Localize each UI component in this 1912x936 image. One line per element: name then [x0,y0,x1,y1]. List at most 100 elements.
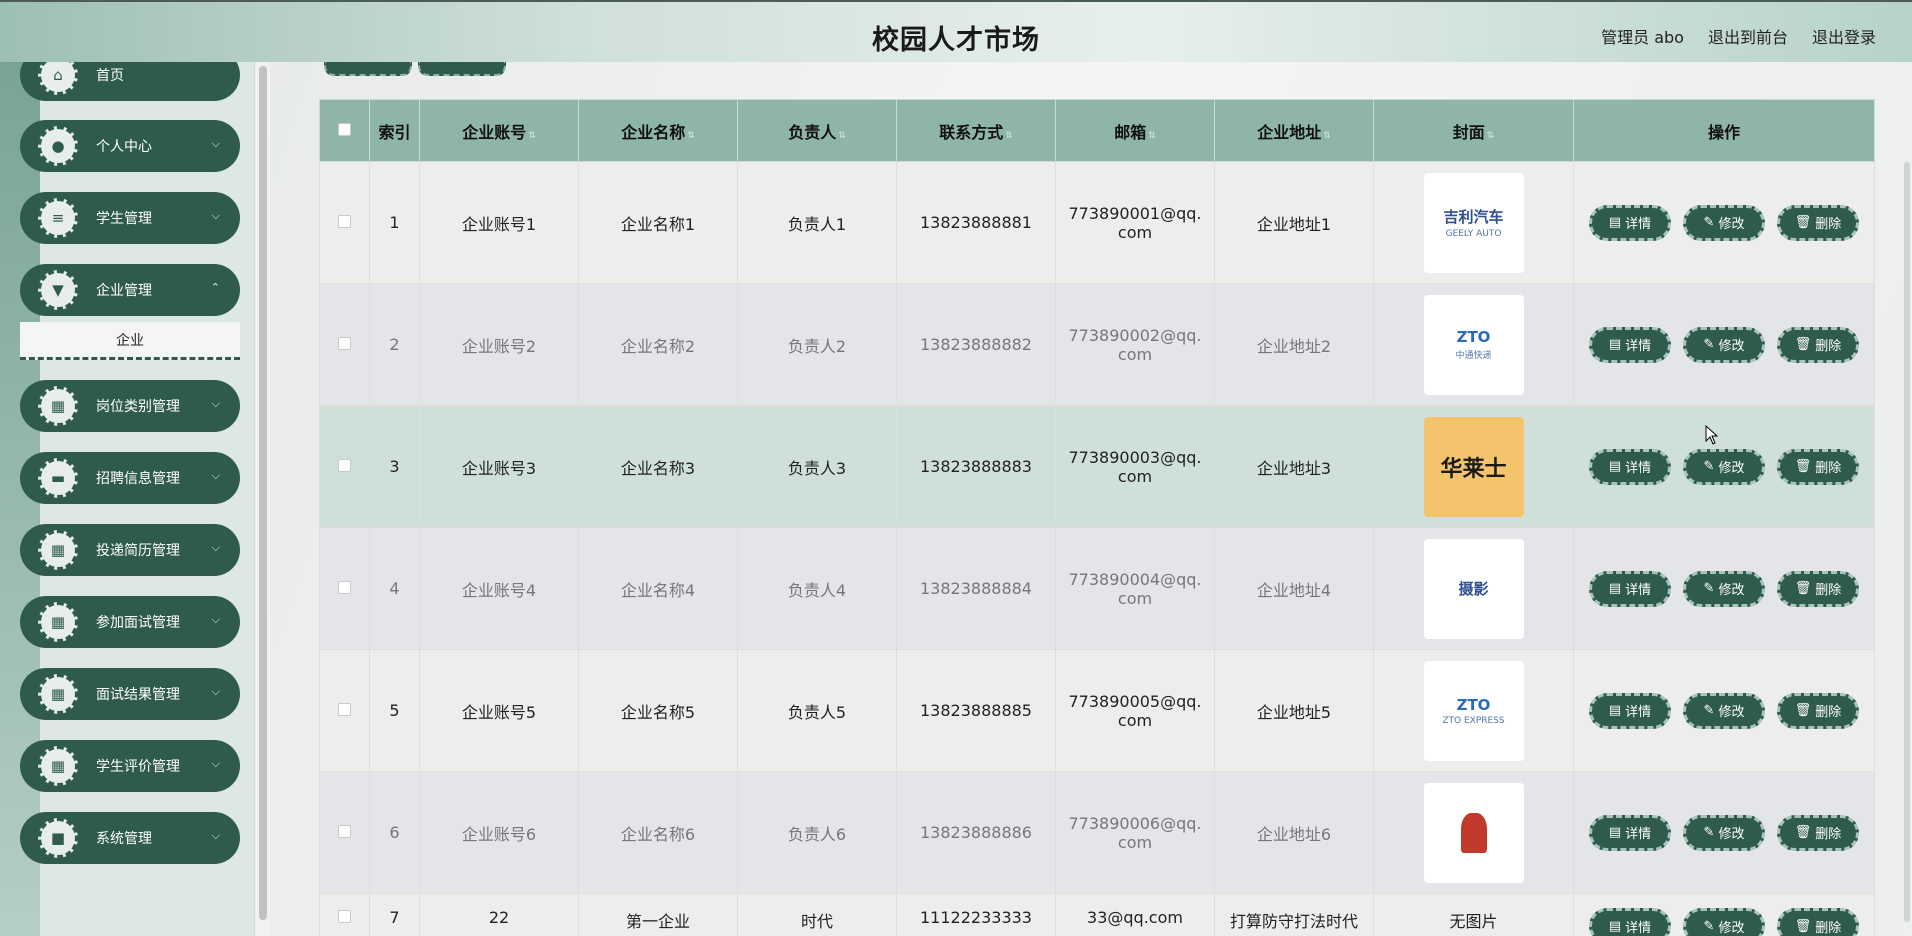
chevron-down-icon: ⌵ [211,469,220,482]
cell-email: 773890003@qq.com [1055,405,1215,528]
detail-button[interactable]: ▤ 详情 [1589,204,1671,241]
row-checkbox[interactable] [338,215,351,228]
cell-cover [1373,771,1574,894]
select-all-checkbox[interactable] [338,123,351,136]
header-manager[interactable]: 负责人 ⇅ [737,99,897,162]
no-image-text: 无图片 [1449,912,1498,931]
delete-button[interactable]: 🗑 删除 [1777,814,1859,851]
app-root: 校园人才市场 管理员 abo 退出到前台 退出登录 ⌂ 首页 ● 个人中心 ⌵ … [0,0,1912,936]
cell-index: 4 [369,527,420,650]
sidebar-item-resumes[interactable]: ▦ 投递简历管理 ⌵ [20,524,240,576]
detail-button[interactable]: ▤ 详情 [1589,908,1671,936]
sidebar-scrollbar[interactable] [254,62,270,936]
header-label: 联系方式 [939,122,1004,142]
detail-button[interactable]: ▤ 详情 [1589,692,1671,729]
sort-icon: ⇅ [1148,130,1156,141]
sidebar-item-job-categories[interactable]: ▦ 岗位类别管理 ⌵ [20,380,240,432]
row-checkbox[interactable] [338,910,351,923]
select-all-cell [319,99,370,162]
sidebar-item-system[interactable]: ■ 系统管理 ⌵ [20,812,240,864]
header-email[interactable]: 邮箱 ⇅ [1055,99,1215,162]
row-checkbox[interactable] [338,703,351,716]
button-label: 详情 [1625,217,1652,232]
cell-manager: 负责人6 [737,771,897,894]
list-icon: ≡ [38,198,78,238]
row-checkbox[interactable] [338,337,351,350]
delete-button[interactable]: 🗑 删除 [1777,692,1859,729]
cover-logo-text: ZTO [1456,695,1491,714]
edit-button[interactable]: ✎ 修改 [1683,326,1765,363]
cell-phone: 11122233333 [896,893,1056,936]
edit-button[interactable]: ✎ 修改 [1683,814,1765,851]
delete-button[interactable]: 🗑 删除 [1777,570,1859,607]
cell-name: 企业名称4 [578,527,738,650]
cell-account: 企业账号1 [419,161,579,284]
header-name[interactable]: 企业名称 ⇅ [578,99,738,162]
header-nav: 管理员 abo 退出到前台 退出登录 [1601,24,1876,48]
cover-logo-subtext: GEELY AUTO [1445,229,1502,239]
pin-icon: ▼ [38,270,78,310]
delete-button[interactable]: 🗑 删除 [1777,204,1859,241]
button-label: 修改 [1718,920,1745,936]
header-account[interactable]: 企业账号 ⇅ [419,99,579,162]
detail-button[interactable]: ▤ 详情 [1589,570,1671,607]
sort-icon: ⇅ [687,130,695,141]
sidebar-item-profile[interactable]: ● 个人中心 ⌵ [20,120,240,172]
sidebar-item-home[interactable]: ⌂ 首页 [20,62,240,101]
edit-button[interactable]: ✎ 修改 [1683,908,1765,936]
cell-email: 33@qq.com [1055,893,1215,936]
toolbar-button-partial[interactable] [418,60,506,76]
cell-name: 第一企业 [578,893,738,936]
row-checkbox[interactable] [338,581,351,594]
header-phone[interactable]: 联系方式 ⇅ [896,99,1056,162]
detail-button[interactable]: ▤ 详情 [1589,448,1671,485]
cell-ops: ▤ 详情 ✎ 修改 🗑 删除 [1573,283,1875,406]
detail-button[interactable]: ▤ 详情 [1589,814,1671,851]
cell-address: 企业地址6 [1214,771,1374,894]
sidebar-item-interview-results[interactable]: ▦ 面试结果管理 ⌵ [20,668,240,720]
cell-name: 企业名称6 [578,771,738,894]
sidebar-item-students[interactable]: ≡ 学生管理 ⌵ [20,192,240,244]
edit-button[interactable]: ✎ 修改 [1683,692,1765,729]
delete-button[interactable]: 🗑 删除 [1777,908,1859,936]
row-checkbox[interactable] [338,825,351,838]
cell-ops: ▤ 详情 ✎ 修改 🗑 删除 [1573,771,1875,894]
cover-logo-subtext: 中通快递 [1455,351,1492,361]
sidebar-item-companies[interactable]: ▼ 企业管理 ⌃ [20,264,240,316]
exit-to-front-link[interactable]: 退出到前台 [1708,24,1788,48]
edit-button[interactable]: ✎ 修改 [1683,204,1765,241]
button-label: 删除 [1815,920,1842,936]
mouse-cursor-icon [1705,425,1719,445]
row-checkbox-cell [319,527,370,650]
cover-logo-mark [1460,812,1487,853]
document-icon: ▤ [1608,581,1622,596]
trash-icon: 🗑 [1794,703,1812,718]
sidebar-item-evaluations[interactable]: ▦ 学生评价管理 ⌵ [20,740,240,792]
header-cover[interactable]: 封面 ⇅ [1373,99,1574,162]
logout-link[interactable]: 退出登录 [1812,24,1876,48]
header-label: 企业账号 [462,122,527,142]
edit-button[interactable]: ✎ 修改 [1683,570,1765,607]
cell-address: 企业地址5 [1214,649,1374,772]
sidebar-item-recruitment[interactable]: ▬ 招聘信息管理 ⌵ [20,452,240,504]
row-checkbox-cell [319,893,370,936]
trash-icon: 🗑 [1794,918,1812,934]
pencil-icon: ✎ [1703,215,1715,230]
sidebar-item-interviews[interactable]: ▦ 参加面试管理 ⌵ [20,596,240,648]
edit-button[interactable]: ✎ 修改 [1683,448,1765,485]
company-cover-image: ZTO ZTO EXPRESS [1423,660,1524,761]
grid-icon: ▦ [38,530,78,570]
delete-button[interactable]: 🗑 删除 [1777,448,1859,485]
admin-user-label[interactable]: 管理员 abo [1601,24,1684,48]
header-address[interactable]: 企业地址 ⇅ [1214,99,1374,162]
detail-button[interactable]: ▤ 详情 [1589,326,1671,363]
sidebar-item-label: 学生评价管理 [96,759,180,775]
main-scrollbar[interactable] [1902,62,1912,936]
row-checkbox[interactable] [338,459,351,472]
sidebar-subitem-company[interactable]: 企业 [20,322,240,360]
cell-phone: 13823888881 [896,161,1056,284]
cell-manager: 负责人2 [737,283,897,406]
toolbar-button-partial[interactable] [324,60,412,76]
delete-button[interactable]: 🗑 删除 [1777,326,1859,363]
header-ops: 操作 [1573,99,1875,162]
